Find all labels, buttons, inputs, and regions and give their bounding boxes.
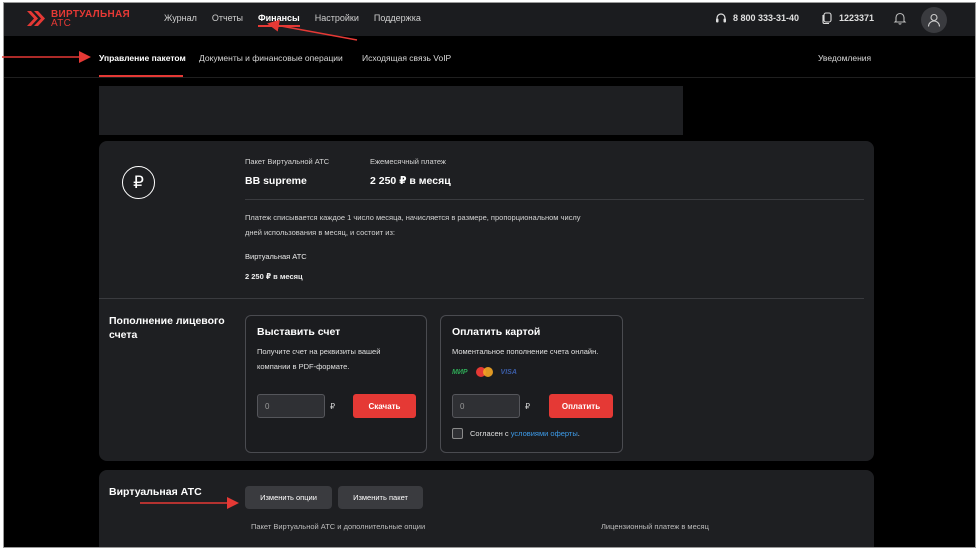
account-id: 1223371 (839, 13, 875, 23)
pay-button[interactable]: Оплатить (549, 394, 613, 418)
app-window: ВИРТУАЛЬНАЯ АТС Журнал Отчеты Финансы На… (3, 2, 976, 548)
invoice-amount-input[interactable]: 0 (257, 394, 325, 418)
main-menu: Журнал Отчеты Финансы Настройки Поддержк… (164, 13, 436, 27)
change-package-button[interactable]: Изменить пакет (338, 486, 423, 509)
avatar[interactable] (921, 7, 947, 33)
tab-documents[interactable]: Документы и финансовые операции (199, 53, 343, 63)
logo[interactable]: ВИРТУАЛЬНАЯ АТС (26, 9, 130, 28)
package-card: ₽ Пакет Виртуальной АТС BB supreme Ежеме… (99, 141, 874, 461)
package-description: Платеж списывается каждое 1 число месяца… (245, 210, 625, 240)
logo-icon (27, 11, 45, 26)
nav-item-journal[interactable]: Журнал (164, 13, 197, 27)
description-line: дней использования в месяц, и состоит из… (245, 228, 395, 237)
invoice-text-line: Получите счет на реквизиты вашей (257, 347, 381, 356)
divider (245, 199, 864, 200)
ruble-icon: ₽ (122, 166, 155, 199)
offer-terms-link[interactable]: условиями оферты (511, 429, 578, 438)
mir-logo: МИР (452, 368, 468, 376)
copy-icon (822, 12, 832, 24)
agree-suffix: . (577, 429, 580, 438)
tab-notifications[interactable]: Уведомления (818, 53, 871, 63)
divider (99, 298, 864, 299)
invoice-text: Получите счет на реквизиты вашей компани… (257, 344, 380, 374)
tab-package-management[interactable]: Управление пакетом (99, 53, 186, 63)
nav-item-reports[interactable]: Отчеты (212, 13, 243, 27)
nav-item-settings[interactable]: Настройки (315, 13, 359, 27)
topup-title: Пополнение лицевого счета (109, 315, 225, 341)
logo-text: ВИРТУАЛЬНАЯ АТС (51, 9, 130, 29)
mastercard-logo (475, 367, 493, 377)
support-phone[interactable]: 8 800 333-31-40 (715, 12, 799, 24)
card-currency: ₽ (525, 402, 531, 411)
headset-icon (716, 13, 726, 23)
vats-title: Виртуальная АТС (109, 486, 202, 498)
agree-prefix: Согласен с (470, 429, 511, 438)
invoice-title: Выставить счет (257, 326, 341, 338)
banner (99, 86, 683, 135)
logo-line2: АТС (51, 17, 72, 29)
item-price: 2 250 ₽ в месяц (245, 272, 303, 281)
change-options-button[interactable]: Изменить опции (245, 486, 332, 509)
invoice-currency: ₽ (330, 402, 336, 411)
description-line: Платеж списывается каждое 1 число месяца… (245, 213, 581, 222)
bell-icon[interactable] (893, 11, 907, 25)
card-amount-input[interactable]: 0 (452, 394, 520, 418)
payment-logos: МИР VISA (452, 367, 517, 377)
nav-item-support[interactable]: Поддержка (374, 13, 421, 27)
column-header-license: Лицензионный платеж в месяц (601, 522, 709, 531)
item-name: Виртуальная АТС (245, 252, 307, 261)
top-navigation: ВИРТУАЛЬНАЯ АТС Журнал Отчеты Финансы На… (4, 3, 975, 36)
invoice-card: Выставить счет Получите счет на реквизит… (245, 315, 427, 453)
tab-voip[interactable]: Исходящая связь VoIP (362, 53, 451, 63)
monthly-value: 2 250 ₽ в месяц (370, 175, 451, 187)
column-header-package: Пакет Виртуальной АТС и дополнительные о… (251, 522, 426, 531)
package-name: BB supreme (245, 175, 307, 187)
visa-logo: VISA (500, 368, 517, 376)
card-payment-card: Оплатить картой Моментальное пополнение … (440, 315, 623, 453)
card-payment-title: Оплатить картой (452, 326, 541, 338)
card-payment-text: Моментальное пополнение счета онлайн. (452, 347, 599, 356)
account-number[interactable]: 1223371 (821, 12, 874, 24)
offer-checkbox[interactable] (452, 428, 463, 439)
user-icon (927, 13, 941, 27)
vats-card: Виртуальная АТС Изменить опции Изменить … (99, 470, 874, 547)
download-button[interactable]: Скачать (353, 394, 416, 418)
phone-number: 8 800 333-31-40 (733, 13, 800, 23)
active-tab-indicator (99, 75, 183, 77)
invoice-text-line: компании в PDF-формате. (257, 362, 350, 371)
monthly-label: Ежемесячный платеж (370, 157, 446, 166)
package-label: Пакет Виртуальной АТС (245, 157, 330, 166)
sub-navigation: Управление пакетом Документы и финансовы… (4, 36, 975, 78)
offer-agreement: Согласен с условиями оферты. (470, 429, 580, 438)
nav-item-finance[interactable]: Финансы (257, 13, 300, 27)
